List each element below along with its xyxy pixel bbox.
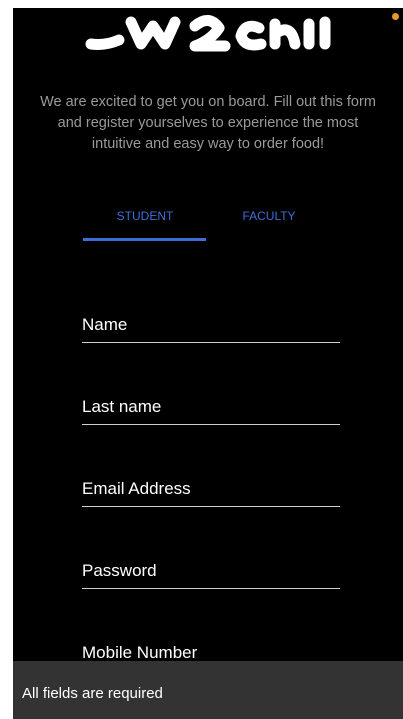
app-screen: We are excited to get you on board. Fill… [13, 8, 403, 719]
password-input[interactable] [82, 554, 340, 589]
intro-line-1: We are excited to get you on board. Fill… [40, 94, 376, 110]
tab-faculty[interactable]: FACULTY [207, 208, 331, 240]
user-type-tabs: STUDENT FACULTY [83, 208, 333, 242]
last-name-input[interactable] [82, 390, 340, 425]
intro-line-2: and register yourselves to experience th… [57, 115, 359, 131]
intro-text: We are excited to get you on board. Fill… [13, 92, 403, 155]
snackbar: All fields are required [13, 661, 403, 719]
tab-indicator [83, 238, 206, 241]
tab-student[interactable]: STUDENT [83, 208, 207, 240]
intro-line-3: intuitive and easy way to order food! [91, 136, 325, 152]
email-field [82, 472, 340, 512]
email-input[interactable] [82, 472, 340, 507]
name-input[interactable] [82, 308, 340, 343]
app-logo-icon [85, 15, 331, 52]
last-name-field [82, 390, 340, 430]
name-field [82, 308, 340, 348]
password-field [82, 554, 340, 594]
snackbar-message: All fields are required [22, 685, 163, 702]
